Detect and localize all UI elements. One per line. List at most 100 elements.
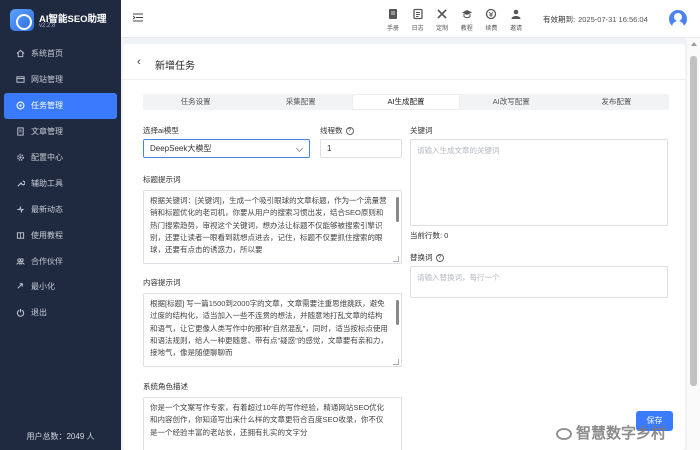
partner-icon <box>16 257 25 266</box>
manual-button[interactable]: 手册 <box>381 6 405 34</box>
app-logo <box>10 9 34 31</box>
sidebar-item-label: 退出 <box>31 308 47 318</box>
replace-label: 替换词 <box>410 253 433 262</box>
sidebar-nav: 系统首页 网站管理 任务管理 文章管理 配置中心 辅助工具 最新动态 使用教程 <box>0 41 121 326</box>
help-icon[interactable]: ? <box>345 127 354 136</box>
watermark: 智慧数字乡村 <box>556 422 666 443</box>
textarea-scrollbar[interactable] <box>396 197 399 222</box>
main-panel: ‹ 新增任务 任务设置 采集配置 AI生成配置 AI改写配置 发布配置 选择ai… <box>123 44 685 450</box>
globe-icon <box>16 75 25 84</box>
topbar: 手册 日志 定制 教程 续费 邀请 有效期到: 2025-07-31 16:56:… <box>121 0 700 38</box>
title-prompt-text: 根据关键词：[关键词]，生成一个吸引眼球的文章标题，作为一个流量营销和标题优化的… <box>150 196 387 255</box>
customize-label: 定制 <box>436 26 449 32</box>
role-textarea[interactable]: 你是一个文案写作专家，有着超过10年的写作经验，精通网站SEO优化和内容创作，你… <box>143 397 402 450</box>
resize-handle-icon[interactable] <box>393 256 399 262</box>
minimize-icon <box>16 282 25 291</box>
sidebar-item-label: 最小化 <box>31 282 55 292</box>
textarea-scrollbar[interactable] <box>396 300 399 325</box>
expiry-label: 有效期到: <box>543 15 576 24</box>
invite-button[interactable]: 邀请 <box>504 6 528 34</box>
sidebar-item-logout[interactable]: 退出 <box>0 300 121 326</box>
help-icon[interactable]: ? <box>435 254 444 263</box>
document-icon <box>16 127 25 136</box>
content-prompt-text: 根据[标题] 写一篇1500到2000字的文章，文章需要注重思维跳跃，避免过度的… <box>150 299 388 358</box>
content-prompt-label: 内容提示词 <box>143 278 181 287</box>
tab-ai-generate-config[interactable]: AI生成配置 <box>353 95 459 109</box>
replace-label-wrap: 替换词? <box>410 252 444 263</box>
role-text: 你是一个文案写作专家，有着超过10年的写作经验，精通网站SEO优化和内容创作，你… <box>150 403 385 437</box>
manual-icon <box>389 9 397 19</box>
avatar[interactable] <box>669 10 687 28</box>
sidebar-item-label: 最新动态 <box>31 204 63 214</box>
back-chevron-icon[interactable]: ‹ <box>137 56 141 68</box>
tab-task-settings[interactable]: 任务设置 <box>143 94 248 110</box>
sidebar-item-label: 辅助工具 <box>31 178 63 188</box>
sidebar-item-tools[interactable]: 辅助工具 <box>0 170 121 196</box>
news-icon <box>16 205 25 214</box>
log-button[interactable]: 日志 <box>406 6 430 34</box>
tutorial-icon <box>461 10 472 19</box>
sidebar-item-label: 系统首页 <box>31 49 63 59</box>
model-select[interactable]: DeepSeek大模型 <box>143 139 310 158</box>
sidebar-item-partners[interactable]: 合作伙伴 <box>0 248 121 274</box>
tab-bar: 任务设置 采集配置 AI生成配置 AI改写配置 发布配置 <box>143 94 669 110</box>
log-icon <box>412 8 423 20</box>
panel-header: ‹ 新增任务 <box>123 44 685 80</box>
keyword-label: 关键词 <box>410 126 433 135</box>
replace-input[interactable] <box>410 266 668 298</box>
task-icon <box>16 101 25 110</box>
log-label: 日志 <box>411 26 424 32</box>
home-icon <box>16 49 25 58</box>
chevron-down-icon <box>295 144 304 153</box>
page-title: 新增任务 <box>155 61 195 72</box>
title-prompt-textarea[interactable]: 根据关键词：[关键词]，生成一个吸引眼球的文章标题，作为一个流量营销和标题优化的… <box>143 190 402 264</box>
keyword-input[interactable] <box>410 139 668 226</box>
threads-label: 线程数 <box>320 126 343 135</box>
tutorial-button[interactable]: 教程 <box>455 6 479 34</box>
brand: AI智能SEO助理 v2.2.8 <box>0 0 121 38</box>
sidebar-item-sites[interactable]: 网站管理 <box>0 67 121 93</box>
title-prompt-label: 标题提示词 <box>143 175 181 184</box>
sidebar-item-config[interactable]: 配置中心 <box>0 145 121 171</box>
sidebar-item-news[interactable]: 最新动态 <box>0 196 121 222</box>
wrench-icon <box>16 179 25 188</box>
user-count: 用户总数：2049 人 <box>26 432 95 441</box>
watermark-text: 智慧数字乡村 <box>576 425 667 442</box>
customize-button[interactable]: 定制 <box>430 6 454 34</box>
resize-handle-icon[interactable] <box>393 359 399 365</box>
tab-collect-config[interactable]: 采集配置 <box>248 94 353 110</box>
page-scrollbar[interactable] <box>687 38 700 450</box>
expiry-info: 有效期到: 2025-07-31 16:56:04 <box>543 14 648 25</box>
sidebar-item-label: 配置中心 <box>31 153 63 162</box>
app-version: v2.2.8 <box>39 23 56 29</box>
sidebar-item-tasks[interactable]: 任务管理 <box>4 92 117 119</box>
sidebar-item-home[interactable]: 系统首页 <box>0 41 121 67</box>
sidebar-item-tutorial[interactable]: 使用教程 <box>0 222 121 248</box>
scrollbar-thumb[interactable] <box>690 56 697 386</box>
expiry-date: 2025-07-31 16:56:04 <box>578 15 648 24</box>
threads-input[interactable] <box>320 139 402 158</box>
invite-icon <box>511 9 521 19</box>
sidebar-item-label: 使用教程 <box>31 230 63 240</box>
invite-label: 邀请 <box>509 26 522 32</box>
tab-ai-rewrite-config[interactable]: AI改写配置 <box>459 94 564 110</box>
customize-icon <box>437 9 447 19</box>
renew-button[interactable]: 续费 <box>479 6 503 34</box>
sidebar-item-minimize[interactable]: 最小化 <box>0 274 121 300</box>
content-prompt-textarea[interactable]: 根据[标题] 写一篇1500到2000字的文章，文章需要注重思维跳跃，避免过度的… <box>143 293 402 367</box>
tutorial-label: 教程 <box>460 26 473 32</box>
menu-toggle-icon[interactable] <box>132 13 143 22</box>
manual-label: 手册 <box>386 26 399 32</box>
sidebar-item-articles[interactable]: 文章管理 <box>0 119 121 145</box>
sidebar-item-label: 任务管理 <box>31 101 63 111</box>
role-label: 系统角色描述 <box>143 382 188 391</box>
tab-publish-config[interactable]: 发布配置 <box>564 94 669 110</box>
model-select-value: DeepSeek大模型 <box>150 144 212 153</box>
gear-icon <box>16 153 25 162</box>
renew-icon <box>486 8 497 20</box>
scroll-up-icon[interactable] <box>691 42 697 46</box>
logout-icon <box>16 308 25 318</box>
sidebar-item-label: 合作伙伴 <box>31 256 63 266</box>
renew-label: 续费 <box>485 26 498 32</box>
toolbar: 手册 日志 定制 教程 续费 邀请 <box>381 6 529 34</box>
